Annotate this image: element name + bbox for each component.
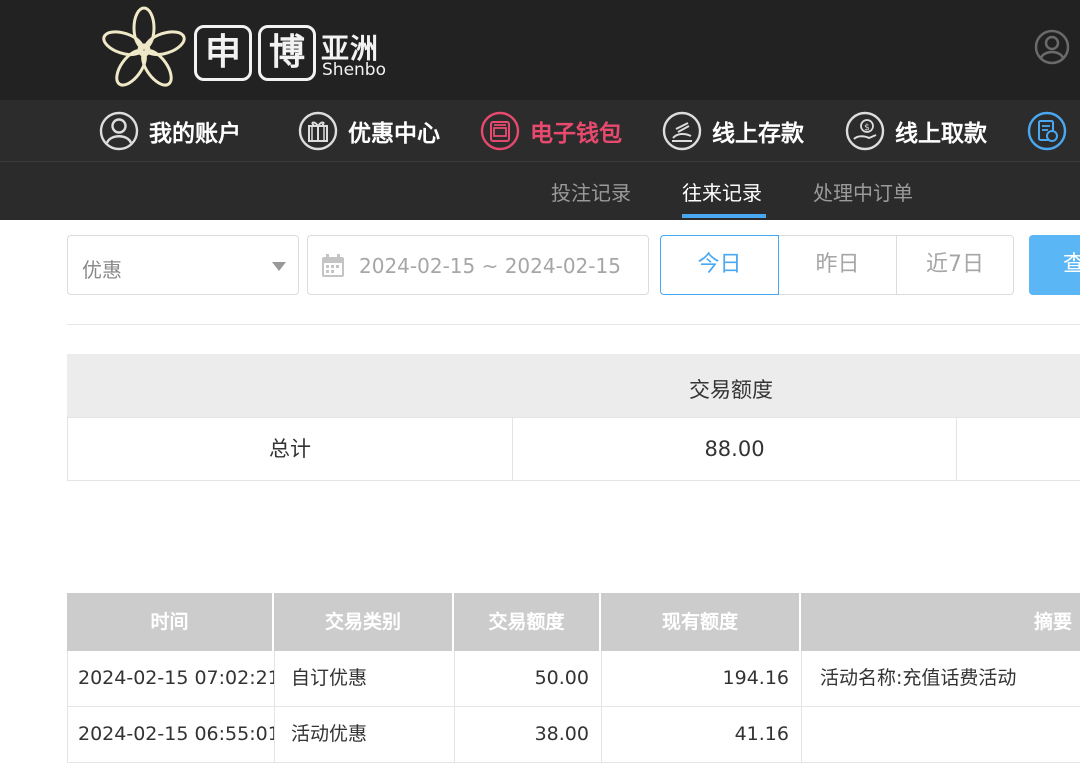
col-time: 时间	[67, 593, 274, 651]
cell-balance: 41.16	[602, 707, 802, 762]
transaction-type-select[interactable]: 优惠	[67, 235, 299, 295]
tab-transaction-records[interactable]: 往来记录	[682, 177, 762, 206]
cell-balance: 194.16	[602, 651, 802, 706]
nav-more[interactable]	[1027, 110, 1077, 152]
last-7-days-button[interactable]: 近7日	[896, 235, 1014, 295]
wallet-icon	[480, 111, 520, 151]
logo-english-text: Shenbo	[322, 60, 386, 80]
col-balance: 现有额度	[601, 593, 801, 651]
summary-header: 交易额度	[67, 354, 1080, 417]
search-button[interactable]: 查	[1029, 235, 1080, 295]
nav-online-deposit[interactable]: 线上存款	[662, 110, 804, 152]
calendar-icon	[322, 254, 344, 277]
nav-label: 线上取款	[895, 121, 987, 147]
summary-empty-cell	[957, 418, 1080, 480]
withdraw-icon: $	[845, 111, 885, 151]
caret-down-icon	[272, 262, 286, 271]
tab-pending-orders[interactable]: 处理中订单	[813, 177, 913, 206]
col-memo: 摘要	[1033, 611, 1072, 633]
nav-online-withdraw[interactable]: $ 线上取款	[845, 110, 987, 152]
nav-label: 我的账户	[149, 121, 241, 147]
svg-text:$: $	[864, 123, 870, 133]
deposit-icon	[662, 111, 702, 151]
nav-promotions[interactable]: 优惠中心	[298, 110, 440, 152]
select-value: 优惠	[82, 258, 122, 282]
col-type: 交易类别	[274, 593, 454, 651]
main-nav: 我的账户 优惠中心 电子钱包 线上存款 $ 线上取款	[0, 100, 1080, 162]
col-amount: 交易额度	[454, 593, 601, 651]
summary-row: 总计 88.00	[67, 417, 1080, 481]
nav-my-account[interactable]: 我的账户	[99, 110, 241, 152]
flower-logo-icon	[102, 6, 186, 87]
table-row: 2024-02-15 07:02:21 自订优惠 50.00 194.16 活动…	[67, 651, 1080, 707]
summary-total-label: 总计	[68, 418, 513, 480]
cell-time: 2024-02-15 06:55:01	[68, 707, 275, 762]
table-header: 时间 交易类别 交易额度 现有额度 摘要	[67, 593, 1080, 651]
tab-bet-records[interactable]: 投注记录	[551, 177, 631, 206]
cell-memo	[802, 707, 1080, 762]
divider	[67, 324, 1080, 325]
gift-icon	[298, 111, 338, 151]
cell-type: 自订优惠	[275, 651, 455, 706]
date-range-value: 2024-02-15 ~ 2024-02-15	[359, 254, 621, 278]
cell-time: 2024-02-15 07:02:21	[68, 651, 275, 706]
user-account-icon[interactable]	[1034, 29, 1070, 65]
cell-type: 活动优惠	[275, 707, 455, 762]
yesterday-button[interactable]: 昨日	[778, 235, 897, 295]
top-header: 申 博 亚洲 Shenbo	[0, 0, 1080, 100]
sub-nav: 投注记录 往来记录 处理中订单	[0, 162, 1080, 220]
logo-char-box: 申	[194, 25, 252, 81]
cell-amount: 50.00	[455, 651, 602, 706]
cell-memo: 活动名称:充值话费活动	[820, 667, 1017, 689]
summary-total-value: 88.00	[513, 418, 957, 480]
nav-label: 优惠中心	[348, 121, 440, 147]
nav-e-wallet[interactable]: 电子钱包	[480, 110, 622, 152]
today-button[interactable]: 今日	[660, 235, 779, 295]
nav-label: 电子钱包	[530, 121, 622, 147]
active-tab-indicator	[682, 214, 766, 218]
summary-header-label: 交易额度	[689, 378, 773, 402]
user-circle-icon	[99, 111, 139, 151]
document-icon	[1027, 111, 1067, 151]
date-range-picker[interactable]: 2024-02-15 ~ 2024-02-15	[307, 235, 649, 295]
table-row: 2024-02-15 06:55:01 活动优惠 38.00 41.16	[67, 707, 1080, 763]
cell-amount: 38.00	[455, 707, 602, 762]
nav-label: 线上存款	[712, 121, 804, 147]
logo-char-box: 博	[258, 25, 316, 81]
